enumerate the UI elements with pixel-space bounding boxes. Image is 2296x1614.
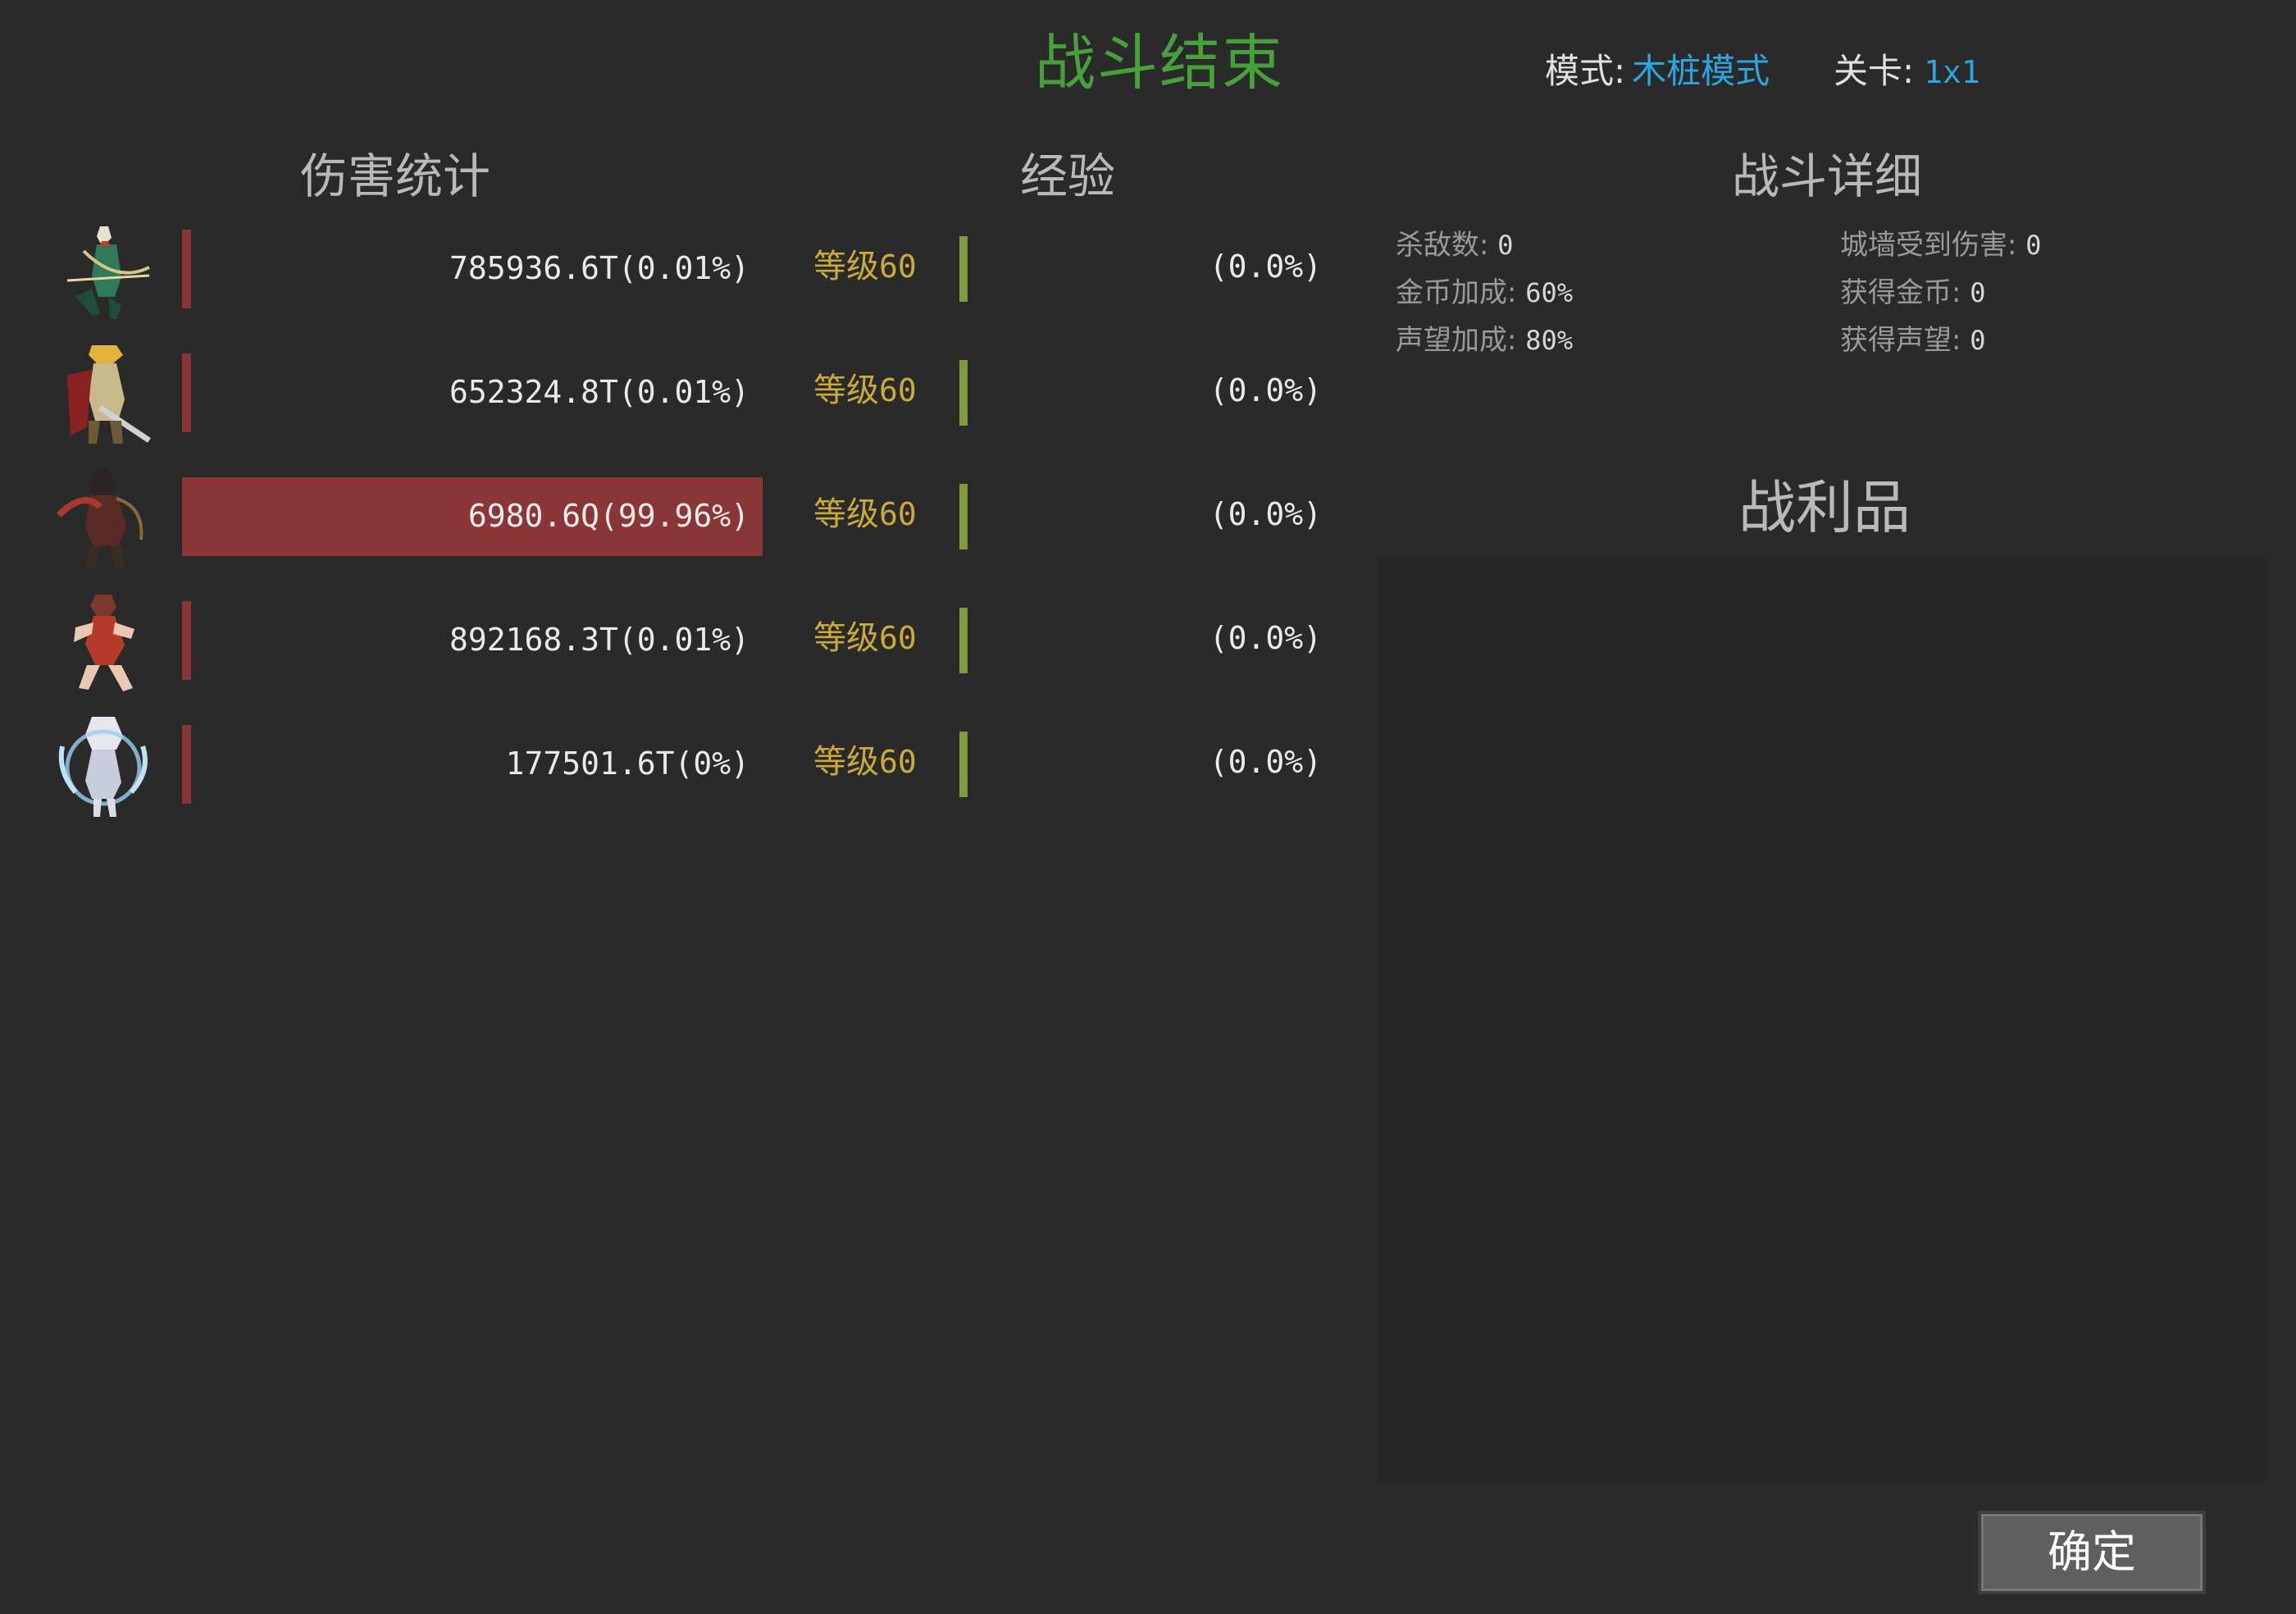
damage-stats-heading: 伤害统计 (300, 148, 491, 204)
hero-row: 6980.6Q(99.96%) 等级60 (0.0%) (0, 461, 1361, 585)
wall-damage-stat: 城墙受到伤害: 0 (1840, 231, 2042, 259)
fame-gain-value: 0 (1970, 325, 1986, 356)
hero-row: 177501.6T(0%) 等级60 (0.0%) (0, 709, 1361, 832)
hero-level: 等级60 (813, 622, 917, 654)
gold-gain-label: 获得金币: (1840, 276, 1961, 309)
damage-bar: 785936.6T(0.01%) (182, 230, 763, 308)
level-label: 等级 (813, 372, 879, 409)
level-number: 60 (879, 496, 917, 532)
hero-row: 785936.6T(0.01%) 等级60 (0.0%) (0, 213, 1361, 337)
fame-bonus-value: 80% (1525, 325, 1574, 356)
gold-bonus-value: 60% (1525, 277, 1574, 308)
exp-value: (0.0%) (1209, 744, 1322, 780)
gold-gain-stat: 获得金币: 0 (1840, 279, 1986, 307)
wall-damage-label: 城墙受到伤害: (1840, 229, 2017, 262)
confirm-button[interactable]: 确定 (1978, 1511, 2206, 1594)
level-number: 60 (879, 620, 917, 656)
hero-row: 652324.8T(0.01%) 等级60 (0.0%) (0, 337, 1361, 461)
gold-bonus-stat: 金币加成: 60% (1396, 279, 1573, 307)
fighter-hero-icon (74, 595, 134, 691)
knight-hero-icon (67, 345, 151, 444)
damage-value: 892168.3T(0.01%) (449, 622, 749, 658)
kills-value: 0 (1497, 230, 1514, 261)
exp-bar (959, 484, 968, 549)
kills-stat: 杀敌数: 0 (1396, 231, 1514, 259)
fame-bonus-stat: 声望加成: 80% (1396, 326, 1573, 354)
damage-value: 652324.8T(0.01%) (449, 374, 749, 410)
damage-bar-fill (182, 230, 191, 308)
mage-hero-icon (58, 717, 148, 817)
damage-value: 785936.6T(0.01%) (449, 250, 749, 286)
mode-label: 模式: (1545, 51, 1626, 91)
loot-panel (1378, 556, 2266, 1483)
mode-value: 木桩模式 (1632, 51, 1770, 91)
damage-bar-fill (182, 353, 191, 432)
hero-row: 892168.3T(0.01%) 等级60 (0.0%) (0, 585, 1361, 709)
exp-value: (0.0%) (1209, 496, 1322, 532)
damage-bar: 652324.8T(0.01%) (182, 353, 763, 432)
exp-value: (0.0%) (1209, 372, 1322, 408)
damage-value: 6980.6Q(99.96%) (467, 498, 749, 534)
fame-bonus-label: 声望加成: (1396, 324, 1517, 357)
loot-heading: 战利品 (1738, 474, 1911, 541)
stage-info: 关卡: 1x1 (1834, 54, 1980, 89)
hero-level: 等级60 (813, 374, 917, 407)
damage-bar-fill (182, 601, 191, 680)
exp-bar (959, 608, 968, 673)
gold-gain-value: 0 (1970, 277, 1986, 308)
stage-label: 关卡: (1834, 51, 1915, 91)
level-label: 等级 (813, 619, 879, 657)
level-number: 60 (879, 372, 917, 408)
damage-bar: 892168.3T(0.01%) (182, 601, 763, 680)
gold-bonus-label: 金币加成: (1396, 276, 1517, 309)
archer-hero-icon (66, 226, 150, 320)
fame-gain-stat: 获得声望: 0 (1840, 326, 1986, 354)
exp-value: (0.0%) (1209, 620, 1322, 656)
damage-bar: 177501.6T(0%) (182, 725, 763, 804)
level-label: 等级 (813, 743, 879, 781)
battle-details-heading: 战斗详细 (1732, 148, 1923, 204)
fame-gain-label: 获得声望: (1840, 324, 1961, 357)
kills-label: 杀敌数: (1396, 229, 1489, 262)
hero-level: 等级60 (813, 498, 917, 531)
level-label: 等级 (813, 495, 879, 533)
hero-level: 等级60 (813, 745, 917, 778)
damage-bar: 6980.6Q(99.96%) (182, 477, 763, 556)
hero-level: 等级60 (813, 250, 917, 283)
experience-heading: 经验 (1020, 148, 1116, 204)
level-label: 等级 (813, 248, 879, 285)
exp-value: (0.0%) (1209, 248, 1322, 285)
assassin-hero-icon (57, 469, 144, 569)
damage-bar-fill (182, 725, 191, 804)
mode-info: 模式: 木桩模式 (1545, 54, 1770, 89)
wall-damage-value: 0 (2025, 230, 2042, 261)
stage-value: 1x1 (1924, 54, 1980, 90)
exp-bar (959, 360, 968, 426)
damage-value: 177501.6T(0%) (505, 745, 749, 782)
level-number: 60 (879, 248, 917, 285)
level-number: 60 (879, 744, 917, 780)
exp-bar (959, 732, 968, 797)
battle-end-title: 战斗结束 (1035, 28, 1284, 98)
exp-bar (959, 236, 968, 302)
